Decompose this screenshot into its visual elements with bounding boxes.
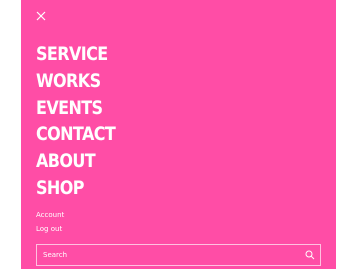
search-button[interactable] [305,250,315,260]
search-bar [36,244,321,266]
account-links: Account Log out [36,208,64,236]
mobile-menu-panel: SERVICE WORKS EVENTS CONTACT ABOUT SHOP … [21,0,336,269]
close-icon [36,11,46,21]
nav-item-shop[interactable]: SHOP [36,172,115,204]
main-navigation: SERVICE WORKS EVENTS CONTACT ABOUT SHOP [36,40,116,204]
search-icon [305,250,315,260]
account-link[interactable]: Account [36,208,64,222]
logout-link[interactable]: Log out [36,222,64,236]
search-input[interactable] [37,245,298,265]
close-button[interactable] [35,10,47,22]
